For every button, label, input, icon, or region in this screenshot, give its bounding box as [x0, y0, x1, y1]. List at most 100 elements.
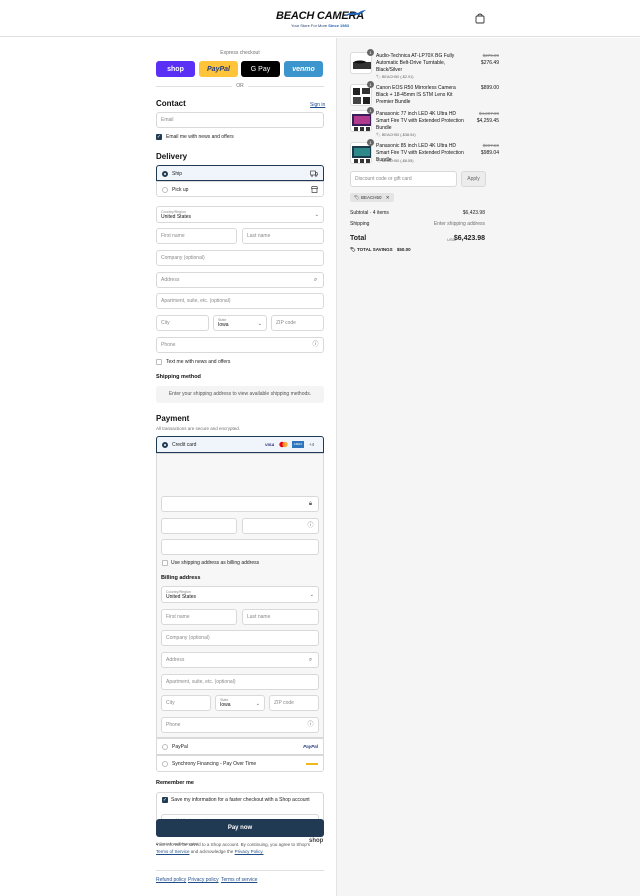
chevron-down-icon: ⌄	[255, 701, 260, 707]
product-discount: 🏷︎ BEACH50 (-$38.54)	[376, 133, 416, 137]
product-old-price: $997.59	[482, 143, 499, 148]
total-savings: 🏷︎ TOTAL SAVINGS $50.00	[350, 247, 411, 252]
brand-logo[interactable]: BEACH CAMERA Your Store For More Since 1…	[272, 10, 368, 32]
zip-field[interactable]: ZIP code	[271, 315, 324, 331]
more-brands-badge: +4	[309, 442, 315, 447]
refund-policy-link[interactable]: Refund policy	[156, 877, 186, 883]
ship-radio[interactable]	[162, 171, 168, 177]
or-divider: OR	[156, 83, 324, 89]
terms-link[interactable]: Terms of Service	[156, 849, 190, 854]
bird-icon	[344, 10, 366, 16]
legal-text: Your info will be saved to a Shop accoun…	[156, 842, 311, 854]
cart-item: 1 Audio-Technica AT-LP70X BG Fully Autom…	[350, 49, 499, 82]
sign-in-link[interactable]: Sign in	[310, 102, 325, 108]
text-news-checkbox[interactable]	[156, 359, 162, 365]
city-field[interactable]: City	[156, 315, 209, 331]
express-checkout-label: Express checkout	[220, 50, 260, 56]
company-field[interactable]: Company (optional)	[156, 250, 324, 266]
google-pay-button[interactable]: G Pay	[241, 61, 280, 77]
billing-zip-field[interactable]: ZIP code	[269, 695, 319, 711]
save-info-checkbox[interactable]: ✓	[162, 797, 168, 803]
apply-button[interactable]: Apply	[461, 171, 486, 187]
quantity-badge: 1	[367, 107, 374, 114]
synchrony-label: Synchrony Financing - Pay Over Time	[172, 761, 257, 767]
credit-card-option[interactable]: Credit card VISA AMEX +4	[156, 436, 324, 453]
quantity-badge: 1	[367, 81, 374, 88]
use-shipping-checkbox[interactable]	[162, 560, 168, 566]
shopping-bag-icon[interactable]	[475, 13, 485, 24]
first-name-field[interactable]: First name	[156, 228, 237, 244]
subtotal-value: $6,423.98	[462, 210, 485, 216]
help-icon[interactable]: ⓘ	[307, 722, 314, 729]
product-price: $899.00	[480, 85, 499, 91]
cart-item: 1 Panasonic 77 inch LED 4K Ultra HD Smar…	[350, 107, 499, 140]
product-name: Audio-Technica AT-LP70X BG Fully Automat…	[376, 53, 455, 73]
product-old-price: $279.39	[482, 53, 499, 58]
paypal-label: PayPal	[172, 744, 188, 750]
product-name: Canon EOS R50 Mirrorless Camera Black + …	[376, 85, 456, 105]
help-icon[interactable]: ⓘ	[307, 523, 314, 530]
shop-pay-button[interactable]: shop	[156, 61, 195, 77]
footer-divider	[156, 870, 324, 871]
phone-field[interactable]: Phone ⓘ	[156, 337, 324, 353]
mastercard-icon	[279, 441, 288, 448]
discount-tag: 🏷︎ BEACH50 ✕	[350, 193, 394, 202]
terms-of-service-link[interactable]: Terms of service	[221, 877, 257, 883]
remove-code-icon[interactable]: ✕	[386, 195, 390, 200]
state-select[interactable]: State Iowa ⌄	[213, 315, 267, 331]
country-select[interactable]: Country/Region United States ⌄	[156, 206, 324, 223]
shipping-method-heading: Shipping method	[156, 374, 201, 380]
privacy-policy-link[interactable]: Privacy policy	[188, 877, 219, 883]
security-code-field[interactable]: ⓘ	[242, 518, 319, 534]
billing-address-field[interactable]: Address ⌕	[161, 652, 319, 668]
pickup-label: Pick up	[172, 187, 189, 193]
billing-country-select[interactable]: Country/Region United States ⌄	[161, 586, 319, 603]
email-field[interactable]: Email	[156, 112, 324, 128]
quantity-badge: 1	[367, 49, 374, 56]
discount-code-field[interactable]: Discount code or gift card	[350, 171, 457, 187]
help-icon[interactable]: ⓘ	[312, 342, 319, 349]
billing-apartment-field[interactable]: Apartment, suite, etc. (optional)	[161, 674, 319, 690]
shipping-method-info: Enter your shipping address to view avai…	[156, 386, 324, 403]
expiry-field[interactable]	[161, 518, 237, 534]
address-field[interactable]: Address ⌕	[156, 272, 324, 288]
chevron-down-icon: ⌄	[309, 592, 314, 598]
pay-now-button-main[interactable]: Pay now	[156, 819, 324, 837]
venmo-button[interactable]: venmo	[284, 61, 323, 77]
synchrony-option[interactable]: Synchrony Financing - Pay Over Time	[156, 755, 324, 772]
credit-card-radio[interactable]	[162, 442, 168, 448]
payment-heading: Payment	[156, 414, 190, 423]
name-on-card-field[interactable]	[161, 539, 319, 555]
privacy-link[interactable]: Privacy Policy.	[235, 849, 264, 854]
last-name-field[interactable]: Last name	[242, 228, 324, 244]
brand-tagline: Your Store For More Since 1983	[291, 23, 349, 28]
pickup-radio[interactable]	[162, 187, 168, 193]
remember-me-heading: Remember me	[156, 780, 194, 786]
billing-company-field[interactable]: Company (optional)	[161, 630, 319, 646]
shipping-label: Shipping	[350, 221, 370, 227]
total-value: $6,423.98	[453, 235, 485, 242]
billing-state-select[interactable]: State Iowa ⌄	[215, 695, 265, 711]
product-old-price: $4,297.99	[478, 111, 499, 116]
card-number-field[interactable]: 🔒︎	[161, 496, 319, 512]
pickup-option[interactable]: Pick up	[156, 181, 324, 197]
paypal-option[interactable]: PayPal PayPal	[156, 738, 324, 755]
email-news-checkbox[interactable]: ✓	[156, 134, 162, 140]
save-info-label: Save my information for a faster checkou…	[171, 797, 310, 803]
ship-option[interactable]: Ship	[156, 165, 324, 181]
use-shipping-label: Use shipping address as billing address	[171, 560, 260, 566]
synchrony-radio[interactable]	[162, 761, 168, 767]
apartment-field[interactable]: Apartment, suite, etc. (optional)	[156, 293, 324, 309]
billing-phone-field[interactable]: Phone ⓘ	[161, 717, 319, 733]
billing-last-name-field[interactable]: Last name	[242, 609, 319, 625]
billing-city-field[interactable]: City	[161, 695, 211, 711]
billing-first-name-field[interactable]: First name	[161, 609, 237, 625]
paypal-button[interactable]: PayPal	[199, 61, 238, 77]
credit-card-label: Credit card	[172, 442, 197, 448]
email-news-label: Email me with news and offers	[166, 134, 234, 140]
ship-label: Ship	[172, 171, 183, 177]
visa-icon: VISA	[265, 442, 275, 447]
paypal-radio[interactable]	[162, 744, 168, 750]
synchrony-logo-icon	[306, 763, 318, 765]
product-discount: 🏷︎ BEACH50 (-$2.91)	[376, 75, 414, 79]
